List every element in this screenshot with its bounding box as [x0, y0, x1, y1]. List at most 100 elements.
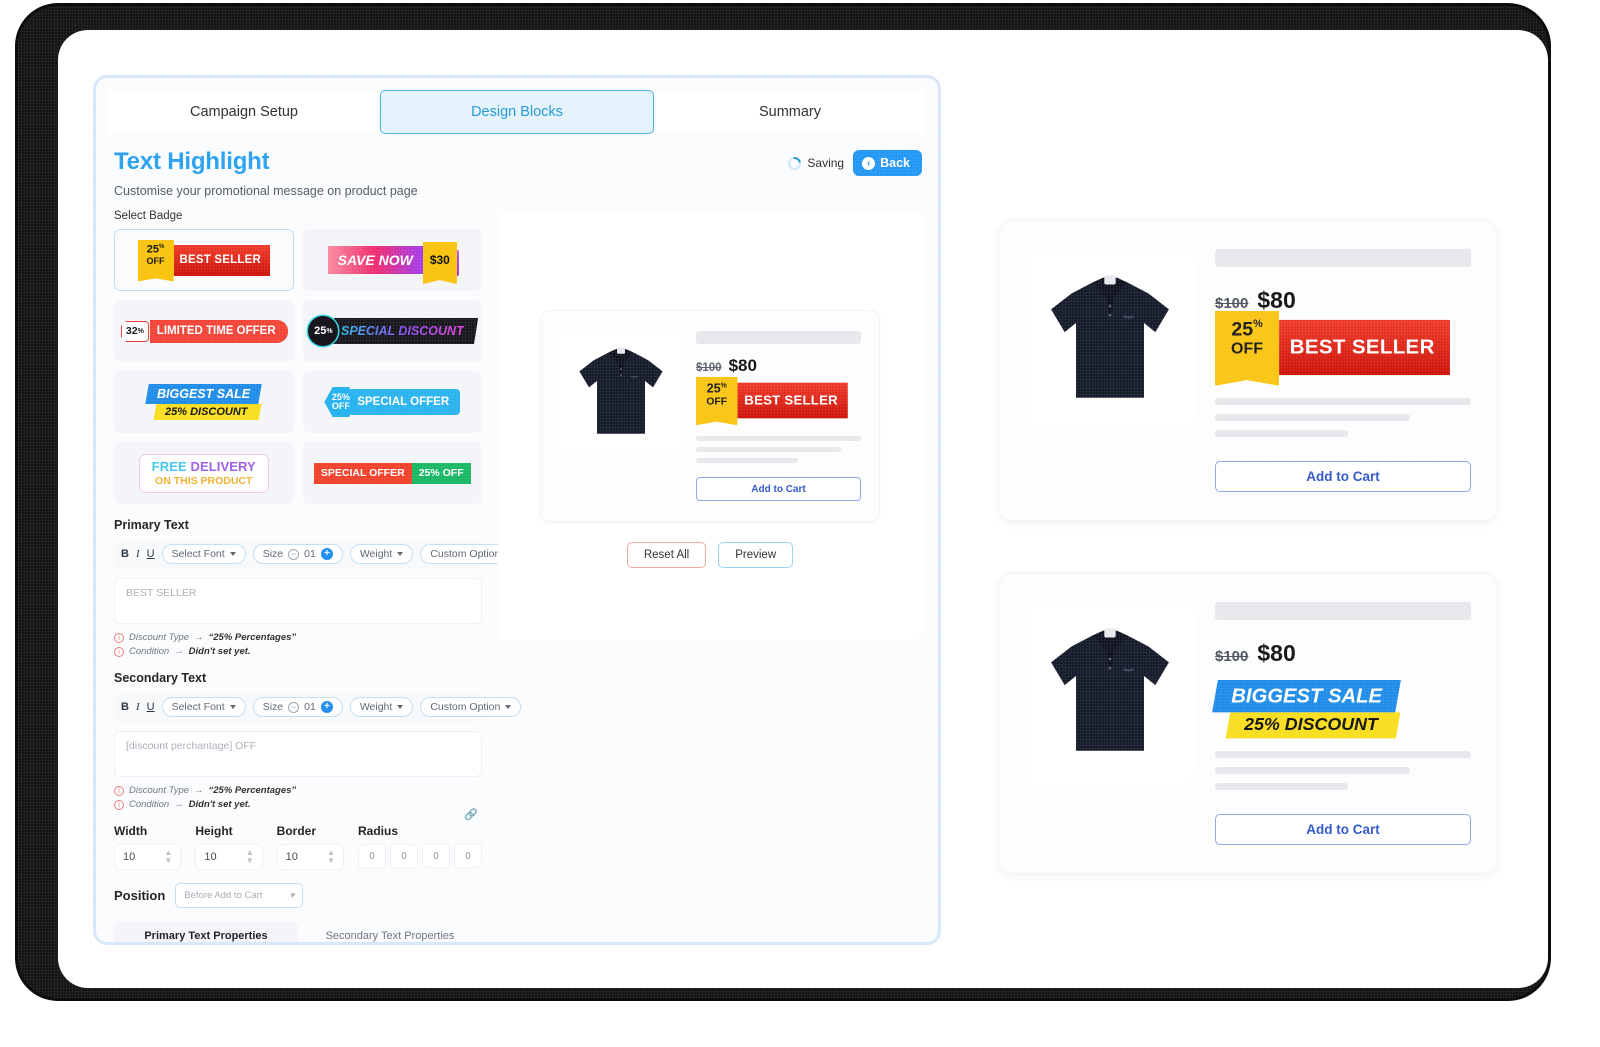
badge-art-special-discount: 25% SPECIAL DISCOUNT: [308, 316, 479, 346]
radius-top-left-input[interactable]: 0: [357, 844, 386, 868]
minus-icon[interactable]: −: [288, 548, 300, 560]
badge-art-biggest-sale: BIGGEST SALE 25% DISCOUNT: [145, 384, 263, 420]
underline-button[interactable]: U: [147, 548, 155, 560]
product-image: [1025, 602, 1195, 784]
weight-select[interactable]: Weight: [349, 697, 414, 717]
minus-icon[interactable]: −: [288, 701, 300, 713]
hint-value: Didn't set yet.: [188, 646, 251, 657]
badge-slot: BIGGEST SALE 25% DISCOUNT: [1212, 680, 1471, 739]
secondary-text-hints: i Discount Type → “25% Percentages” i Co…: [114, 785, 482, 810]
chevron-down-icon: [229, 552, 236, 556]
radius-top-right-input[interactable]: 0: [389, 844, 418, 868]
secondary-text-block: Secondary Text B I U Select Font Size − …: [114, 671, 522, 810]
size-stepper[interactable]: Size − 01 +: [252, 697, 343, 717]
product-image: [559, 331, 682, 454]
properties-tabs: Primary Text Properties Secondary Text P…: [114, 922, 482, 942]
description-placeholders: [1215, 389, 1471, 437]
back-button[interactable]: ‹ Back: [853, 150, 922, 176]
border-input[interactable]: 10 ▲ ▼: [276, 844, 344, 870]
price-row: $100 $80: [1215, 640, 1471, 667]
bold-button[interactable]: B: [121, 701, 129, 713]
badge-option-free-delivery[interactable]: FREE DELIVERY ON THIS PRODUCT: [114, 442, 294, 504]
tab-label: Campaign Setup: [189, 104, 298, 120]
hint-value: “25% Percentages”: [208, 632, 297, 643]
badge-option-special-offer-blue[interactable]: 25% OFF SPECIAL OFFER: [302, 371, 482, 433]
preview-actions: Reset All Preview: [626, 542, 794, 568]
tab-summary[interactable]: Summary: [654, 90, 926, 134]
polo-shirt-icon: [1051, 275, 1169, 398]
badge-option-special-offer-green[interactable]: SPECIAL OFFER 25% OFF: [302, 442, 482, 504]
size-stepper[interactable]: Size − 01 +: [252, 544, 343, 564]
weight-select[interactable]: Weight: [349, 544, 414, 564]
product-image: [1025, 249, 1195, 431]
tab-secondary-text-properties[interactable]: Secondary Text Properties: [298, 922, 482, 942]
radius-bottom-left-input[interactable]: 0: [421, 844, 450, 868]
font-select[interactable]: Select Font: [161, 544, 246, 564]
hint-label: Discount Type: [129, 785, 190, 796]
badge-line2: 25% DISCOUNT: [165, 406, 248, 418]
title-placeholder: [696, 331, 861, 344]
desc-line: [1215, 398, 1471, 405]
underline-button[interactable]: U: [147, 701, 155, 713]
badge-line1: BIGGEST SALE: [157, 387, 251, 401]
badge-line2-wrap: 25% DISCOUNT: [1225, 712, 1401, 739]
preview-button[interactable]: Preview: [718, 542, 794, 568]
old-price: $100: [696, 362, 722, 374]
screen: Campaign Setup Design Blocks Summary Tex…: [58, 30, 1548, 988]
badge-option-biggest-sale[interactable]: BIGGEST SALE 25% DISCOUNT: [114, 371, 294, 433]
info-icon: i: [114, 799, 124, 810]
badge-text: SAVE NOW: [327, 246, 423, 274]
add-to-cart-button[interactable]: Add to Cart: [1215, 814, 1471, 845]
product-card: $100 $80 25% OFF BEST SELLER Add to Cart: [998, 220, 1498, 521]
badge-line1-wrap: BIGGEST SALE: [1212, 680, 1402, 713]
link-icon[interactable]: 🔗: [464, 808, 478, 821]
custom-option-label: Custom Option: [430, 548, 501, 560]
radius-label: Radius: [357, 824, 398, 838]
stepper-icon[interactable]: ▲ ▼: [164, 848, 172, 866]
tab-campaign-setup[interactable]: Campaign Setup: [108, 90, 380, 134]
product-info: $100 $80 BIGGEST SALE 25% DISCOUNT Add t…: [1212, 602, 1471, 845]
weight-select-label: Weight: [359, 548, 393, 560]
add-to-cart-button[interactable]: Add to Cart: [1215, 461, 1471, 492]
height-label: Height: [195, 824, 233, 838]
height-input[interactable]: 10 ▲ ▼: [195, 844, 263, 870]
position-select[interactable]: Before Add to Cart ▾: [175, 883, 304, 908]
border-value: 10: [285, 851, 298, 863]
secondary-text-input[interactable]: [discount perchantage] OFF: [114, 731, 482, 777]
desc-line: [696, 447, 842, 452]
radius-bottom-right-input[interactable]: 0: [453, 844, 482, 868]
badge-line1-wrap: BIGGEST SALE: [145, 384, 263, 404]
badge-option-save-now[interactable]: SAVE NOW $30: [302, 229, 482, 291]
size-value: 01: [304, 701, 316, 713]
stepper-icon[interactable]: ▲ ▼: [246, 848, 254, 866]
width-input[interactable]: 10 ▲ ▼: [114, 844, 182, 870]
preview-column: $100 $80 25% OFF BEST SELLER Add to Cart…: [498, 210, 922, 942]
plus-icon[interactable]: +: [320, 701, 333, 713]
panel-body: Select Badge 25% OFF BEST SELLER SAVE NO…: [96, 198, 938, 942]
stepper-icon[interactable]: ▲ ▼: [327, 848, 335, 866]
text-properties: Primary Text Properties Secondary Text P…: [114, 922, 482, 942]
price-row: $100 $80: [1215, 287, 1471, 314]
hint-value: “25% Percentages”: [208, 785, 297, 796]
chevron-down-icon: [397, 552, 404, 556]
reset-all-button[interactable]: Reset All: [626, 542, 707, 568]
primary-text-input[interactable]: BEST SELLER: [114, 578, 482, 624]
tab-primary-text-properties[interactable]: Primary Text Properties: [114, 922, 298, 942]
font-select[interactable]: Select Font: [161, 697, 246, 717]
weight-select-label: Weight: [359, 701, 393, 713]
width-value: 10: [123, 851, 136, 863]
chevron-down-icon: ▾: [289, 890, 295, 900]
tab-design-blocks[interactable]: Design Blocks: [380, 90, 654, 134]
badge-text: SPECIAL OFFER: [351, 389, 461, 415]
badge-off-label: OFF: [706, 395, 728, 408]
badge-option-special-discount[interactable]: 25% SPECIAL DISCOUNT: [302, 300, 482, 362]
desc-line: [1215, 430, 1349, 437]
add-to-cart-button[interactable]: Add to Cart: [696, 477, 861, 501]
italic-button[interactable]: I: [136, 701, 140, 713]
tab-label: Secondary Text Properties: [325, 930, 455, 942]
badge-option-best-seller[interactable]: 25% OFF BEST SELLER: [114, 229, 294, 291]
badge-option-limited-time-offer[interactable]: 32% LIMITED TIME OFFER: [114, 300, 294, 362]
bold-button[interactable]: B: [121, 548, 129, 560]
italic-button[interactable]: I: [136, 548, 140, 560]
plus-icon[interactable]: +: [320, 548, 333, 560]
